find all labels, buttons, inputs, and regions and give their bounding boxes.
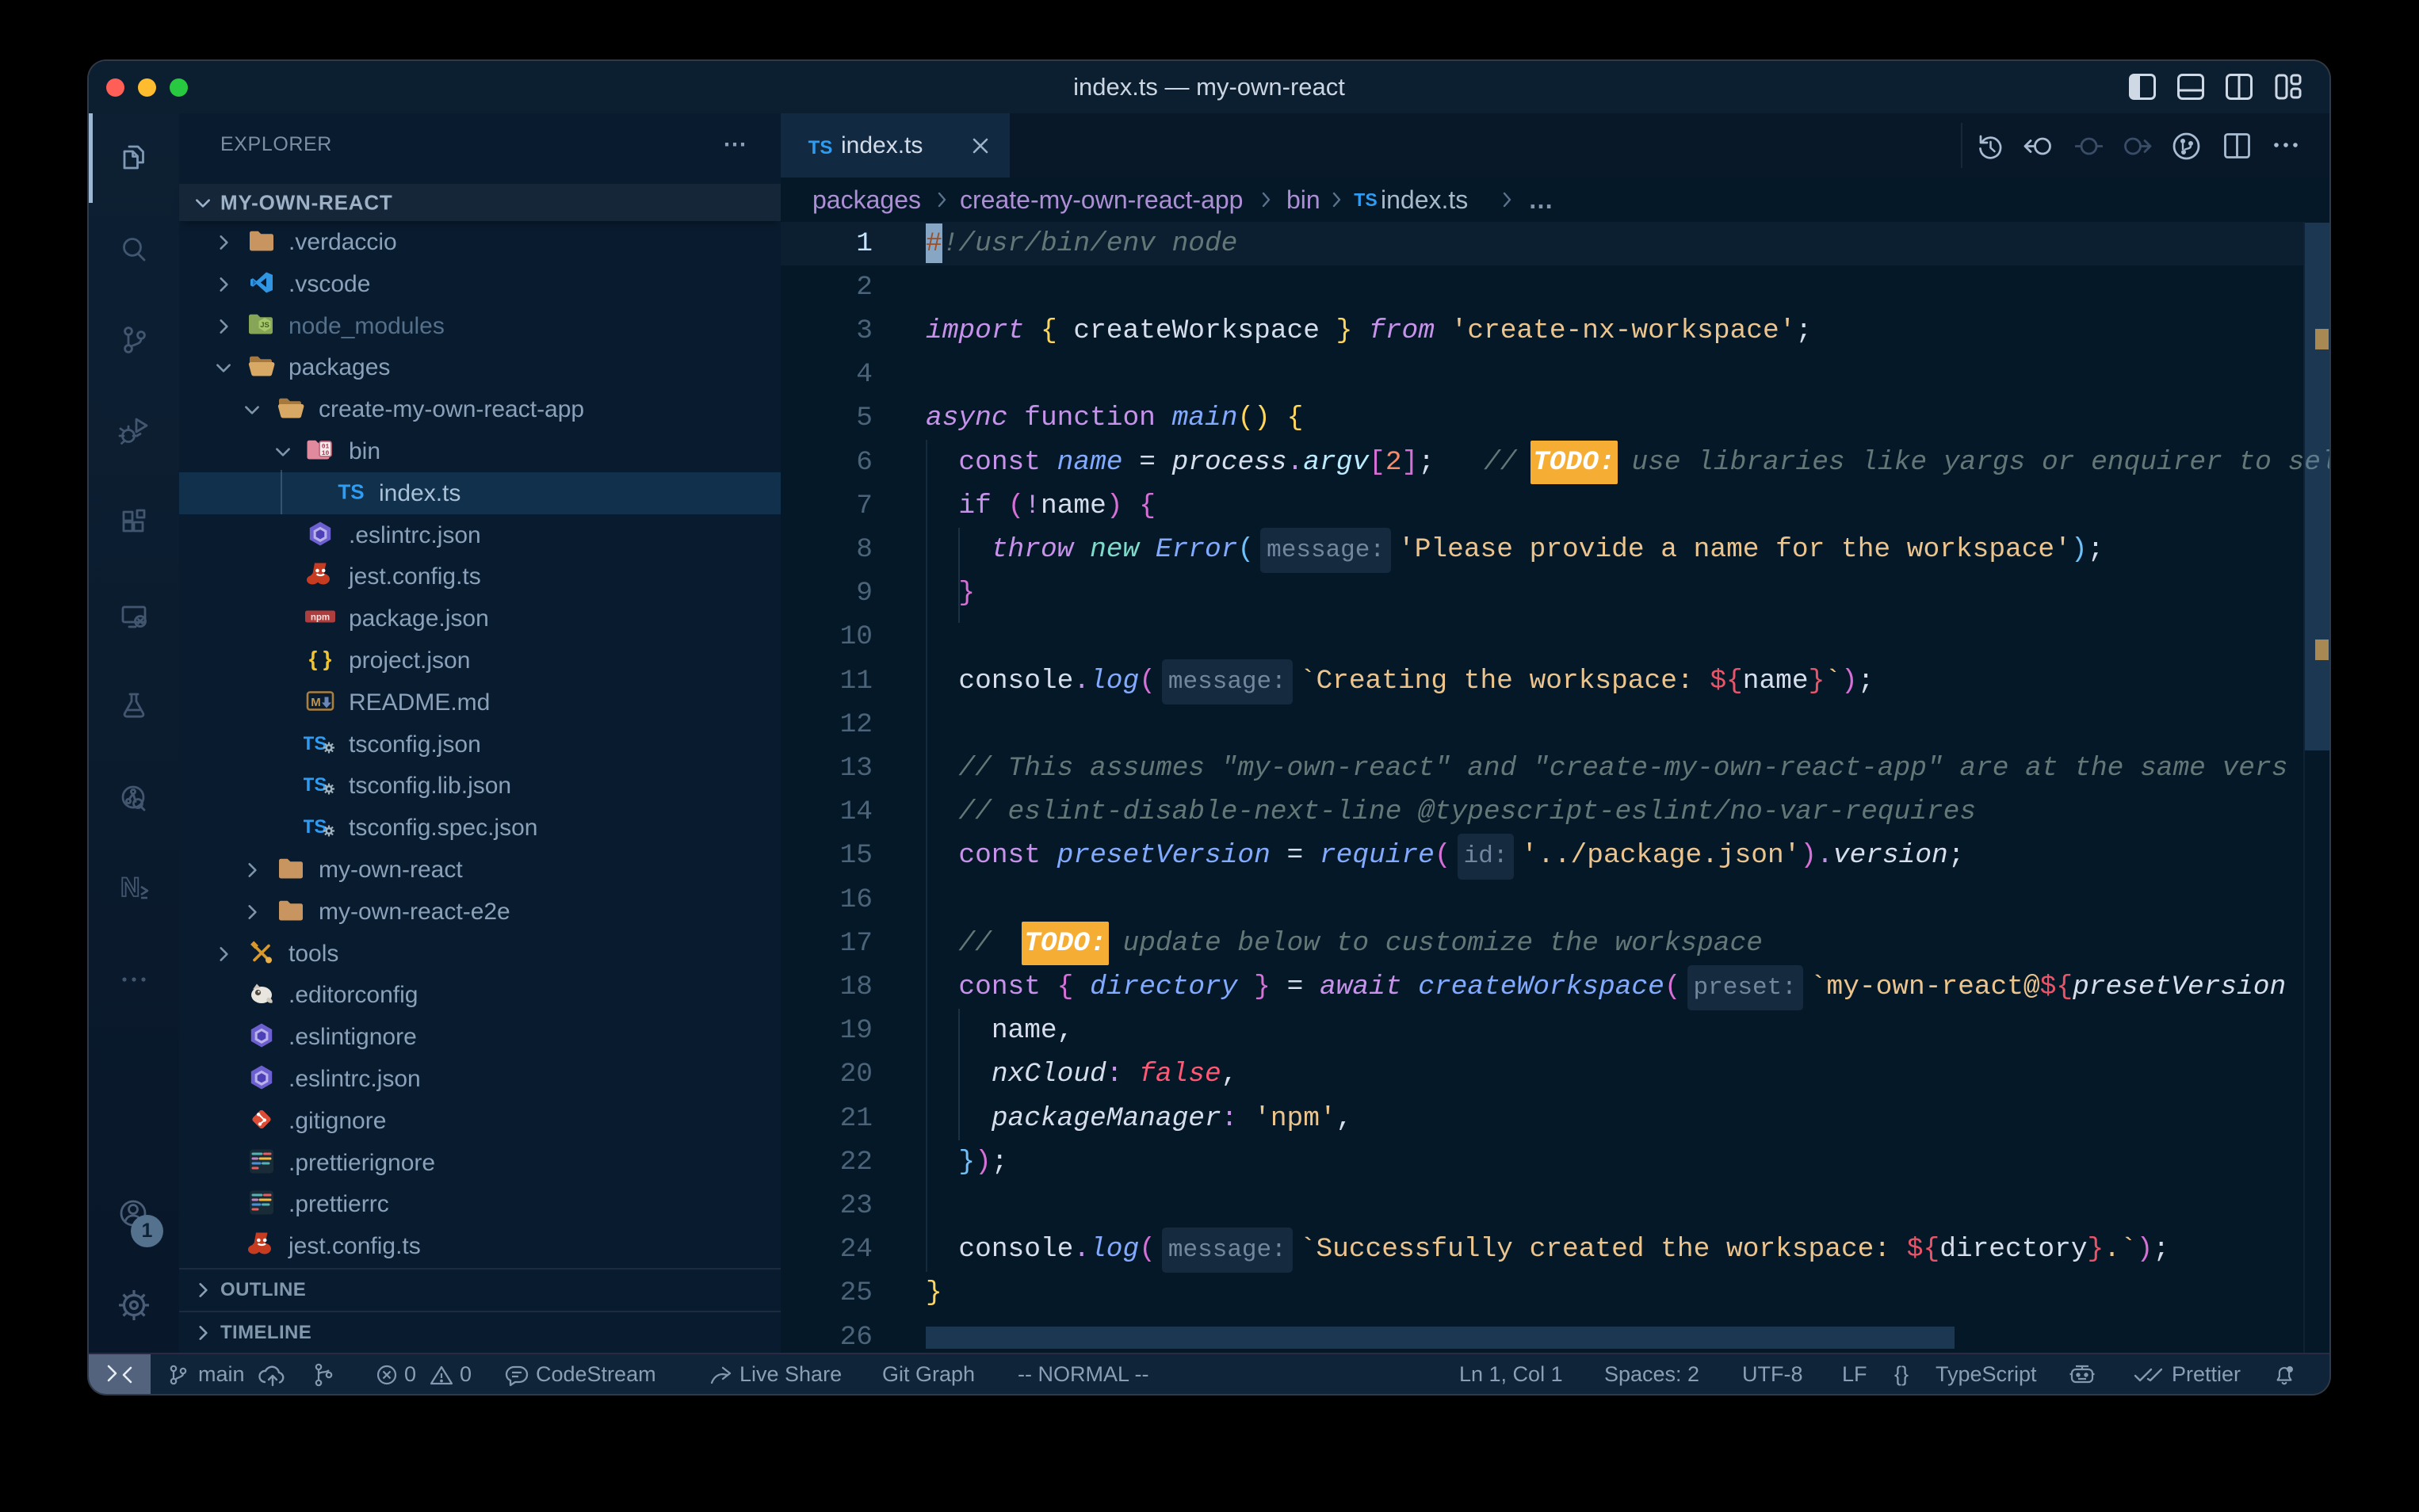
svg-text:{ }: { }: [309, 647, 332, 671]
svg-text:M: M: [311, 696, 321, 709]
svg-text:10: 10: [322, 450, 330, 457]
svg-text:TS: TS: [304, 733, 327, 754]
svg-text:TS: TS: [304, 774, 327, 796]
svg-text:npm: npm: [311, 613, 330, 623]
svg-text:TS: TS: [304, 816, 327, 838]
svg-text:TS: TS: [338, 479, 364, 503]
svg-text:N: N: [120, 872, 140, 903]
svg-text:JS: JS: [260, 321, 269, 330]
